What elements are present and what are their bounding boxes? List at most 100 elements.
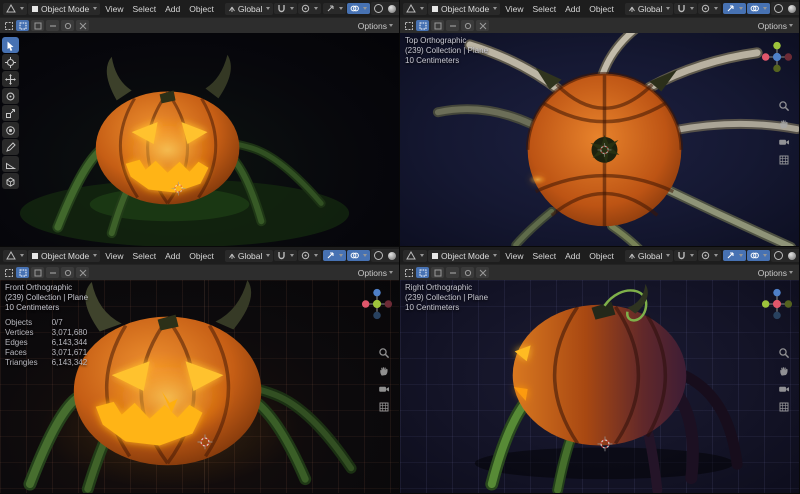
select-mode-intersect-button[interactable] — [76, 20, 89, 31]
axis-y-pos[interactable] — [773, 41, 781, 50]
shading-wireframe-button[interactable] — [772, 2, 785, 15]
mode-selector[interactable]: Object Mode — [428, 2, 501, 15]
overlays-toggle[interactable] — [747, 3, 771, 14]
axis-x-neg[interactable] — [761, 53, 770, 61]
gizmos-toggle[interactable] — [723, 250, 747, 261]
overlays-toggle[interactable] — [747, 250, 771, 261]
axis-z-neg[interactable] — [773, 311, 781, 320]
shading-solid-button[interactable] — [785, 2, 798, 15]
measure-tool[interactable] — [2, 156, 19, 172]
select-mode-intersect-button[interactable] — [476, 20, 489, 31]
transform-tool[interactable] — [2, 122, 19, 138]
gizmos-toggle[interactable] — [323, 250, 347, 261]
axis-z-neg[interactable] — [373, 311, 381, 320]
move-tool[interactable] — [2, 71, 19, 87]
select-mode-invert-button[interactable] — [61, 267, 74, 278]
select-mode-invert-button[interactable] — [461, 267, 474, 278]
proportional-edit-button[interactable] — [698, 250, 722, 261]
proportional-edit-button[interactable] — [298, 3, 322, 14]
select-mode-intersect-button[interactable] — [476, 267, 489, 278]
zoom-icon[interactable] — [777, 346, 790, 359]
mode-selector[interactable]: Object Mode — [28, 249, 101, 262]
options-button[interactable]: Options — [356, 268, 395, 278]
menu-view[interactable]: View — [501, 3, 527, 15]
axis-y-neg[interactable] — [773, 64, 781, 73]
axis-x-pos[interactable] — [384, 300, 393, 308]
select-box-tool[interactable] — [2, 37, 19, 53]
menu-select[interactable]: Select — [528, 3, 560, 15]
toggle-grid-icon[interactable] — [777, 153, 790, 166]
select-mode-new-button[interactable] — [16, 267, 29, 278]
proportional-edit-button[interactable] — [698, 3, 722, 14]
axis-y[interactable] — [372, 299, 382, 309]
menu-select[interactable]: Select — [128, 3, 160, 15]
select-mode-extend-button[interactable] — [431, 267, 444, 278]
snapping-button[interactable] — [274, 250, 298, 261]
scene-top[interactable]: Top Orthographic (239) Collection | Plan… — [400, 33, 799, 246]
axis-x-pos[interactable] — [784, 53, 793, 61]
pumpkin-spider-object[interactable] — [432, 33, 799, 246]
axis-z-pos[interactable] — [373, 288, 381, 297]
menu-add[interactable]: Add — [161, 250, 184, 262]
scene-front[interactable]: Front Orthographic (239) Collection | Pl… — [0, 280, 399, 493]
select-mode-new-button[interactable] — [416, 267, 429, 278]
shading-solid-button[interactable] — [385, 249, 398, 262]
menu-add[interactable]: Add — [161, 3, 184, 15]
select-mode-intersect-button[interactable] — [76, 267, 89, 278]
snapping-button[interactable] — [674, 250, 698, 261]
navigation-gizmo[interactable] — [760, 40, 794, 74]
menu-view[interactable]: View — [101, 3, 127, 15]
select-mode-extend-button[interactable] — [31, 20, 44, 31]
menu-view[interactable]: View — [501, 250, 527, 262]
axis-x-neg[interactable] — [361, 300, 370, 308]
toggle-grid-icon[interactable] — [377, 400, 390, 413]
shading-wireframe-button[interactable] — [772, 249, 785, 262]
menu-object[interactable]: Object — [185, 3, 218, 15]
navigation-gizmo[interactable] — [760, 287, 794, 321]
proportional-edit-button[interactable] — [298, 250, 322, 261]
mode-selector[interactable]: Object Mode — [428, 249, 501, 262]
toggle-grid-icon[interactable] — [777, 400, 790, 413]
transform-orientation-selector[interactable]: Global — [224, 249, 274, 262]
transform-orientation-selector[interactable]: Global — [624, 2, 674, 15]
editor-type-button[interactable] — [3, 2, 27, 15]
axis-z[interactable] — [772, 52, 782, 62]
overlays-toggle[interactable] — [347, 3, 371, 14]
menu-select[interactable]: Select — [528, 250, 560, 262]
menu-view[interactable]: View — [101, 250, 127, 262]
menu-add[interactable]: Add — [561, 3, 584, 15]
camera-view-icon[interactable] — [777, 135, 790, 148]
transform-orientation-selector[interactable]: Global — [624, 249, 674, 262]
options-button[interactable]: Options — [756, 21, 795, 31]
gizmos-toggle[interactable] — [323, 3, 347, 14]
shading-wireframe-button[interactable] — [372, 249, 385, 262]
menu-select[interactable]: Select — [128, 250, 160, 262]
select-mode-new-button[interactable] — [416, 20, 429, 31]
shading-solid-button[interactable] — [385, 2, 398, 15]
select-mode-subtract-button[interactable] — [446, 267, 459, 278]
zoom-icon[interactable] — [777, 99, 790, 112]
editor-type-button[interactable] — [403, 249, 427, 262]
menu-add[interactable]: Add — [561, 250, 584, 262]
pan-hand-icon[interactable] — [777, 117, 790, 130]
pan-hand-icon[interactable] — [377, 364, 390, 377]
scene-perspective[interactable] — [0, 33, 399, 246]
editor-type-button[interactable] — [403, 2, 427, 15]
select-mode-extend-button[interactable] — [31, 267, 44, 278]
camera-view-icon[interactable] — [377, 382, 390, 395]
select-mode-new-button[interactable] — [16, 20, 29, 31]
scale-tool[interactable] — [2, 105, 19, 121]
snapping-button[interactable] — [674, 3, 698, 14]
annotate-tool[interactable] — [2, 139, 19, 155]
axis-y-pos[interactable] — [761, 300, 770, 308]
snapping-button[interactable] — [274, 3, 298, 14]
pan-hand-icon[interactable] — [777, 364, 790, 377]
camera-view-icon[interactable] — [777, 382, 790, 395]
rotate-tool[interactable] — [2, 88, 19, 104]
mode-selector[interactable]: Object Mode — [28, 2, 101, 15]
select-mode-invert-button[interactable] — [61, 20, 74, 31]
options-button[interactable]: Options — [756, 268, 795, 278]
menu-object[interactable]: Object — [585, 3, 618, 15]
editor-type-button[interactable] — [3, 249, 27, 262]
axis-x[interactable] — [772, 299, 782, 309]
